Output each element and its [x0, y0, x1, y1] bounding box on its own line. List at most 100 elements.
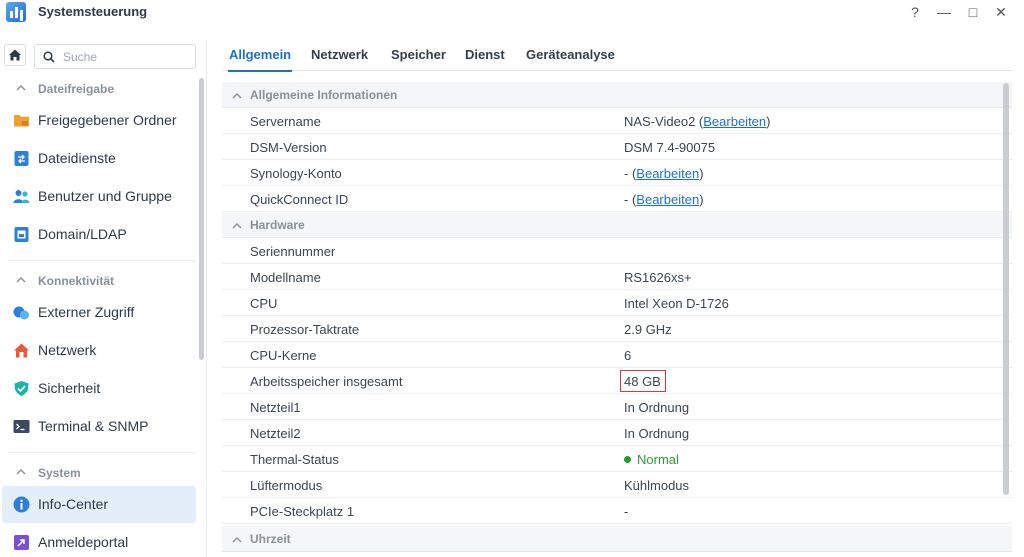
row-value: - (Bearbeiten) — [624, 192, 704, 207]
sidebar-item-label: Info-Center — [38, 496, 109, 512]
info-row: Seriennummer — [222, 238, 1012, 264]
search-icon — [43, 51, 55, 63]
status-dot-icon — [624, 456, 631, 463]
row-key: Seriennummer — [250, 244, 336, 259]
group-system[interactable]: System — [0, 462, 196, 484]
sidebar-item-label: Freigegebener Ordner — [38, 112, 177, 128]
domain-ldap-icon — [14, 227, 29, 242]
sidebar-item-users-group[interactable]: Benutzer und Gruppe — [2, 178, 196, 215]
search-box — [34, 44, 196, 69]
row-key: Thermal-Status — [250, 452, 339, 467]
sidebar-item-login-portal[interactable]: Anmeldeportal — [2, 524, 196, 557]
sidebar-item-label: Externer Zugriff — [38, 304, 135, 320]
security-shield-icon — [14, 381, 29, 396]
info-row: DSM-Version DSM 7.4-90075 — [222, 134, 1012, 160]
info-row: PCIe-Steckplatz 1 - — [222, 498, 1012, 524]
sidebar-item-external-access[interactable]: Externer Zugriff — [2, 294, 196, 331]
row-value: 6 — [624, 348, 632, 363]
sidebar-item-shared-folder[interactable]: Freigegebener Ordner — [2, 102, 196, 139]
section-header-general[interactable]: Allgemeine Informationen — [222, 82, 1012, 108]
group-label: System — [38, 466, 81, 480]
title-bar: Systemsteuerung ? — □ ✕ — [0, 0, 1024, 24]
chevron-up-icon — [16, 85, 26, 91]
info-row: Thermal-Status Normal — [222, 446, 1012, 472]
shared-folder-icon — [14, 115, 29, 127]
tab-allgemein[interactable]: Allgemein — [229, 47, 291, 62]
window-title: Systemsteuerung — [38, 4, 148, 19]
section-header-time[interactable]: Uhrzeit — [222, 526, 1012, 552]
info-row: Lüftermodus Kühlmodus — [222, 472, 1012, 498]
section-title: Allgemeine Informationen — [250, 88, 398, 102]
row-value-text: - — [624, 166, 629, 181]
row-key: Servername — [250, 114, 321, 129]
row-key: DSM-Version — [250, 140, 327, 155]
content-scrollbar[interactable] — [1003, 83, 1009, 495]
help-button[interactable]: ? — [904, 2, 926, 22]
row-value-text: NAS-Video2 — [624, 114, 696, 129]
sidebar-item-terminal-snmp[interactable]: Terminal & SNMP — [2, 408, 196, 445]
info-row: Netzteil1 In Ordnung — [222, 394, 1012, 420]
active-tab-indicator — [228, 70, 292, 72]
group-dateifreigabe[interactable]: Dateifreigabe — [0, 78, 196, 100]
info-row: Synology-Konto - (Bearbeiten) — [222, 160, 1012, 186]
chevron-up-icon — [232, 537, 242, 543]
search-input[interactable] — [63, 48, 188, 66]
info-row: Netzteil2 In Ordnung — [222, 420, 1012, 446]
info-panel: Allgemeine Informationen Servername NAS-… — [222, 82, 1012, 557]
users-group-icon — [13, 190, 30, 203]
row-value: DSM 7.4-90075 — [624, 140, 716, 155]
group-konnektivitaet[interactable]: Konnektivität — [0, 270, 196, 292]
login-portal-icon — [14, 535, 29, 550]
home-icon — [9, 49, 21, 61]
sidebar-item-file-services[interactable]: Dateidienste — [2, 140, 196, 177]
row-key: Lüftermodus — [250, 478, 323, 493]
edit-link[interactable]: Bearbeiten — [636, 192, 699, 207]
row-key: Netzteil1 — [250, 400, 301, 415]
terminal-icon — [13, 420, 30, 433]
tab-speicher[interactable]: Speicher — [391, 47, 446, 62]
chevron-up-icon — [232, 223, 242, 229]
section-header-hardware[interactable]: Hardware — [222, 212, 1012, 238]
sidebar-item-security[interactable]: Sicherheit — [2, 370, 196, 407]
row-value: In Ordnung — [624, 400, 690, 415]
sidebar-scrollbar[interactable] — [199, 78, 204, 360]
row-key: Netzteil2 — [250, 426, 301, 441]
sidebar-item-label: Terminal & SNMP — [38, 418, 149, 434]
home-button[interactable] — [4, 44, 26, 66]
row-value: In Ordnung — [624, 426, 690, 441]
section-title: Uhrzeit — [250, 532, 291, 546]
chevron-up-icon — [16, 469, 26, 475]
sidebar-item-domain-ldap[interactable]: Domain/LDAP — [2, 216, 196, 253]
row-key: PCIe-Steckplatz 1 — [250, 504, 355, 519]
maximize-button[interactable]: □ — [962, 2, 984, 22]
row-key: Modellname — [250, 270, 321, 285]
minimize-button[interactable]: — — [933, 2, 955, 22]
info-row: QuickConnect ID - (Bearbeiten) — [222, 186, 1012, 212]
edit-link[interactable]: Bearbeiten — [703, 114, 766, 129]
tab-netzwerk[interactable]: Netzwerk — [311, 47, 368, 62]
row-key: Arbeitsspeicher insgesamt — [250, 374, 403, 389]
edit-link[interactable]: Bearbeiten — [636, 166, 699, 181]
chevron-up-icon — [16, 277, 26, 283]
tab-dienst[interactable]: Dienst — [465, 47, 505, 62]
sidebar-item-label: Anmeldeportal — [38, 534, 129, 550]
sidebar-item-label: Dateidienste — [38, 150, 116, 166]
sidebar-item-network[interactable]: Netzwerk — [2, 332, 196, 369]
row-value: - (Bearbeiten) — [624, 166, 704, 181]
group-divider — [8, 260, 196, 261]
info-row: CPU-Kerne 6 — [222, 342, 1012, 368]
info-row: Modellname RS1626xs+ — [222, 264, 1012, 290]
row-value: NAS-Video2 (Bearbeiten) — [624, 114, 771, 129]
row-key: QuickConnect ID — [250, 192, 349, 207]
row-value-text: - — [624, 192, 629, 207]
group-divider — [8, 452, 196, 453]
sidebar: Dateifreigabe Freigegebener Ordner Datei… — [0, 40, 207, 557]
info-row: CPU Intel Xeon D-1726 — [222, 290, 1012, 316]
sidebar-item-label: Netzwerk — [38, 342, 97, 358]
close-button[interactable]: ✕ — [990, 2, 1012, 22]
row-key: Prozessor-Taktrate — [250, 322, 360, 337]
sidebar-item-info-center[interactable]: Info-Center — [2, 486, 196, 523]
control-panel-app-icon — [6, 2, 26, 22]
row-value: 2.9 GHz — [624, 322, 672, 337]
tab-geraeteanalyse[interactable]: Geräteanalyse — [526, 47, 615, 62]
